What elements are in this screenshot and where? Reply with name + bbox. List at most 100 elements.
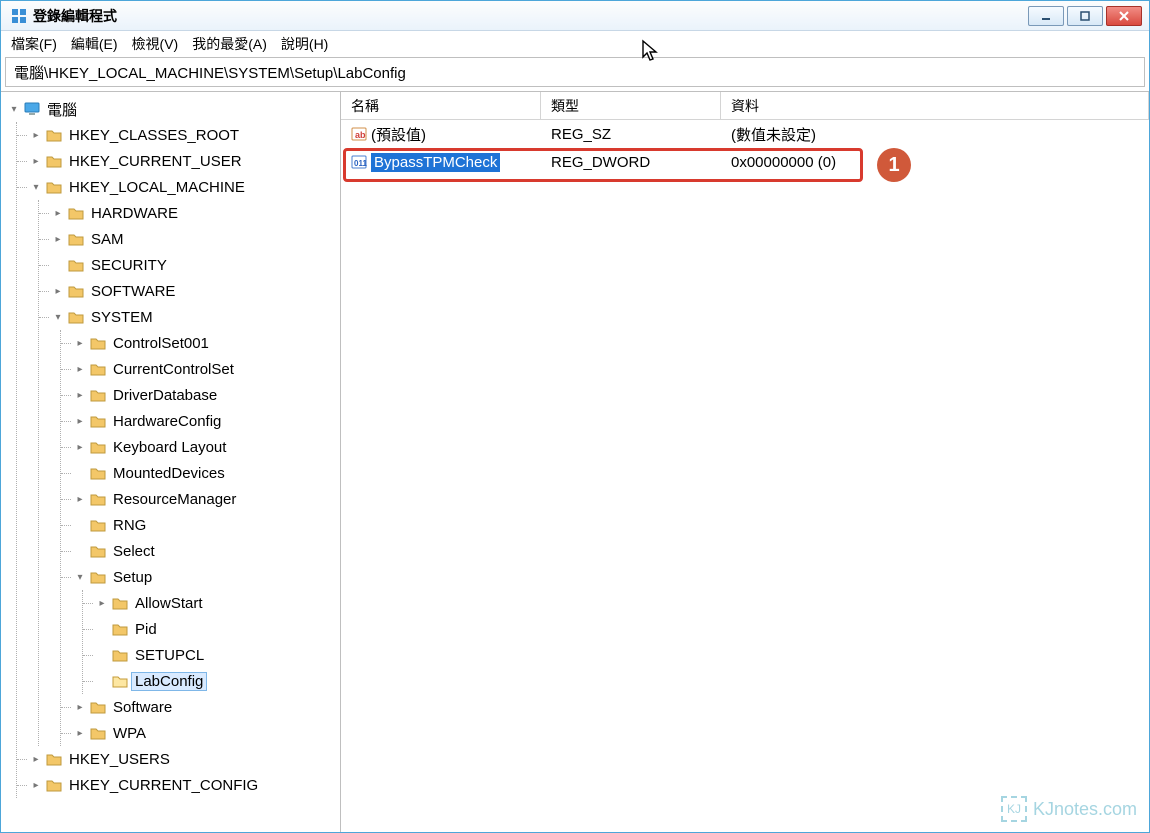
step-number: 1	[888, 154, 899, 177]
folder-icon	[67, 257, 85, 273]
menu-favorites[interactable]: 我的最愛(A)	[192, 34, 267, 54]
menu-view[interactable]: 檢視(V)	[132, 34, 179, 54]
content-area: ▾ 電腦 ▸ HKEY_CLASSES_ROOT ▸HKEY_CURRENT_US…	[1, 91, 1149, 832]
tree-node-pid[interactable]: ▸Pid	[95, 616, 338, 642]
expand-icon[interactable]: ▸	[29, 752, 43, 766]
tree-node-keyboardlayout[interactable]: ▸Keyboard Layout	[73, 434, 338, 460]
expand-icon[interactable]: ▸	[73, 336, 87, 350]
column-header-type[interactable]: 類型	[541, 92, 721, 119]
folder-icon	[111, 621, 129, 637]
tree-node-resourcemanager[interactable]: ▸ ResourceManager	[73, 486, 338, 512]
maximize-button[interactable]	[1067, 6, 1103, 26]
tree-node-software[interactable]: ▸ SOFTWARE	[51, 278, 338, 304]
expand-icon[interactable]: ▸	[73, 414, 87, 428]
expand-icon[interactable]: ▸	[73, 440, 87, 454]
tree-label: SYSTEM	[87, 308, 157, 327]
folder-icon	[67, 205, 85, 221]
tree-node-setupcl[interactable]: ▸SETUPCL	[95, 642, 338, 668]
tree-node-hkcr[interactable]: ▸ HKEY_CLASSES_ROOT	[29, 122, 338, 148]
tree-node-hardware[interactable]: ▸HARDWARE	[51, 200, 338, 226]
menu-file[interactable]: 檔案(F)	[11, 34, 57, 54]
tree-label: Setup	[109, 568, 156, 587]
tree-node-system[interactable]: ▾ SYSTEM	[51, 304, 338, 330]
expand-icon[interactable]: ▸	[95, 596, 109, 610]
window-title: 登錄編輯程式	[33, 6, 117, 26]
tree-node-computer[interactable]: ▾ 電腦	[7, 96, 338, 122]
folder-open-icon	[45, 179, 63, 195]
values-list[interactable]: 名稱 類型 資料 ab (預設值) REG_SZ (數值未設定) 011	[341, 92, 1149, 832]
folder-open-icon	[89, 569, 107, 585]
expand-icon[interactable]: ▸	[51, 232, 65, 246]
tree-node-hardwareconfig[interactable]: ▸HardwareConfig	[73, 408, 338, 434]
tree-node-hklm[interactable]: ▾HKEY_LOCAL_MACHINE	[29, 174, 338, 200]
folder-icon	[111, 595, 129, 611]
tree-node-currentcontrolset[interactable]: ▸CurrentControlSet	[73, 356, 338, 382]
tree-node-mounteddevices[interactable]: ▸MountedDevices	[73, 460, 338, 486]
tree-node-rng[interactable]: ▸RNG	[73, 512, 338, 538]
value-row-default[interactable]: ab (預設值) REG_SZ (數值未設定)	[341, 120, 1149, 148]
expand-icon[interactable]: ▸	[73, 388, 87, 402]
expand-icon[interactable]: ▸	[29, 128, 43, 142]
collapse-icon[interactable]: ▾	[73, 570, 87, 584]
tree-node-hkcu[interactable]: ▸HKEY_CURRENT_USER	[29, 148, 338, 174]
registry-tree[interactable]: ▾ 電腦 ▸ HKEY_CLASSES_ROOT ▸HKEY_CURRENT_US…	[1, 92, 341, 832]
collapse-icon[interactable]: ▾	[51, 310, 65, 324]
value-row-bypasstpmcheck[interactable]: 011 BypassTPMCheck REG_DWORD 0x00000000 …	[341, 148, 1149, 176]
expand-icon[interactable]: ▸	[73, 700, 87, 714]
tree-label: Software	[109, 698, 176, 717]
value-data: 0x00000000 (0)	[721, 152, 1149, 173]
tree-label-selected: LabConfig	[131, 672, 207, 691]
expand-icon[interactable]: ▸	[73, 492, 87, 506]
folder-icon	[89, 491, 107, 507]
tree-node-hkcc[interactable]: ▸HKEY_CURRENT_CONFIG	[29, 772, 338, 798]
address-path: 電腦\HKEY_LOCAL_MACHINE\SYSTEM\Setup\LabCo…	[14, 62, 406, 83]
tree-label: SETUPCL	[131, 646, 208, 665]
menu-edit[interactable]: 編輯(E)	[71, 34, 118, 54]
minimize-button[interactable]	[1028, 6, 1064, 26]
app-icon	[11, 8, 27, 24]
value-data: (數值未設定)	[721, 122, 1149, 147]
tree-node-hku[interactable]: ▸HKEY_USERS	[29, 746, 338, 772]
tree-node-wpa[interactable]: ▸WPA	[73, 720, 338, 746]
folder-open-icon	[67, 309, 85, 325]
address-bar[interactable]: 電腦\HKEY_LOCAL_MACHINE\SYSTEM\Setup\LabCo…	[5, 57, 1145, 87]
column-header-data[interactable]: 資料	[721, 92, 1149, 119]
collapse-icon[interactable]: ▾	[7, 102, 21, 116]
tree-label: AllowStart	[131, 594, 207, 613]
tree-node-select[interactable]: ▸Select	[73, 538, 338, 564]
tree-label: ResourceManager	[109, 490, 240, 509]
tree-node-setup[interactable]: ▾ Setup	[73, 564, 338, 590]
column-header-name[interactable]: 名稱	[341, 92, 541, 119]
tree-label: SECURITY	[87, 256, 171, 275]
tree-node-software-sub[interactable]: ▸ Software	[73, 694, 338, 720]
tree-node-controlset001[interactable]: ▸ControlSet001	[73, 330, 338, 356]
close-button[interactable]	[1106, 6, 1142, 26]
expand-icon[interactable]: ▸	[51, 284, 65, 298]
tree-label: DriverDatabase	[109, 386, 221, 405]
expand-icon[interactable]: ▸	[73, 362, 87, 376]
annotation-step-badge: 1	[877, 148, 911, 182]
window-controls	[1028, 6, 1145, 26]
folder-open-icon	[111, 673, 129, 689]
svg-text:011: 011	[354, 159, 367, 168]
tree-node-security[interactable]: ▸SECURITY	[51, 252, 338, 278]
expand-icon[interactable]: ▸	[51, 206, 65, 220]
string-value-icon: ab	[351, 126, 367, 142]
tree-label: MountedDevices	[109, 464, 229, 483]
tree-label: Pid	[131, 620, 161, 639]
tree-node-sam[interactable]: ▸SAM	[51, 226, 338, 252]
folder-icon	[45, 777, 63, 793]
tree-label: HKEY_CLASSES_ROOT	[65, 126, 243, 145]
expand-icon[interactable]: ▸	[29, 154, 43, 168]
expand-icon[interactable]: ▸	[29, 778, 43, 792]
menu-help[interactable]: 說明(H)	[281, 34, 328, 54]
tree-label: SOFTWARE	[87, 282, 179, 301]
svg-text:ab: ab	[355, 130, 366, 140]
tree-node-labconfig[interactable]: ▸LabConfig	[95, 668, 338, 694]
expand-icon[interactable]: ▸	[73, 726, 87, 740]
folder-icon	[89, 517, 107, 533]
tree-label: Select	[109, 542, 159, 561]
tree-node-driverdatabase[interactable]: ▸ DriverDatabase	[73, 382, 338, 408]
tree-node-allowstart[interactable]: ▸ AllowStart	[95, 590, 338, 616]
collapse-icon[interactable]: ▾	[29, 180, 43, 194]
